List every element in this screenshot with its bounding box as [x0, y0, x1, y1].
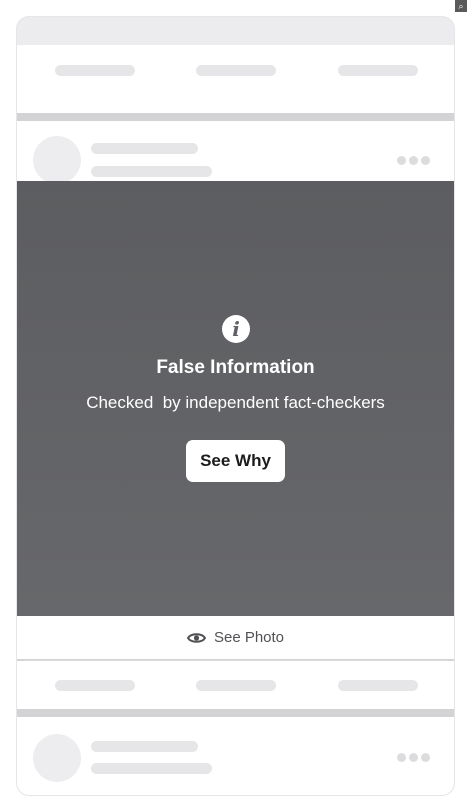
- nav-placeholder-2: [196, 65, 276, 76]
- next-author-placeholder: [91, 741, 198, 752]
- status-bar: [17, 17, 454, 45]
- next-more-options-icon[interactable]: [397, 753, 430, 762]
- post-meta-placeholder: [91, 166, 212, 177]
- nav-placeholder-1: [55, 65, 135, 76]
- see-photo-label: See Photo: [213, 629, 285, 646]
- see-why-button[interactable]: See Why: [186, 440, 285, 482]
- info-icon: i: [222, 315, 250, 343]
- nav-placeholder-3: [338, 65, 418, 76]
- eye-icon: [186, 632, 206, 643]
- next-post-header: [17, 717, 454, 795]
- action-placeholder-3: [338, 680, 418, 691]
- avatar: [33, 136, 81, 184]
- action-placeholder-2: [196, 680, 276, 691]
- phone-frame: i False Information Checked by independe…: [17, 17, 454, 795]
- action-placeholder-1: [55, 680, 135, 691]
- zoom-icon[interactable]: ⌕: [455, 0, 467, 12]
- next-post-avatar: [33, 734, 81, 782]
- false-info-overlay: i False Information Checked by independe…: [17, 181, 454, 616]
- overlay-title: False Information: [156, 357, 315, 378]
- see-photo-button[interactable]: See Photo: [17, 616, 454, 659]
- overlay-subtitle: Checked by independent fact-checkers: [86, 393, 385, 412]
- post-actions-placeholder: [17, 661, 454, 709]
- author-name-placeholder: [91, 143, 198, 154]
- next-meta-placeholder: [91, 763, 212, 774]
- top-nav-placeholder: [17, 45, 454, 113]
- more-options-icon[interactable]: [397, 156, 430, 165]
